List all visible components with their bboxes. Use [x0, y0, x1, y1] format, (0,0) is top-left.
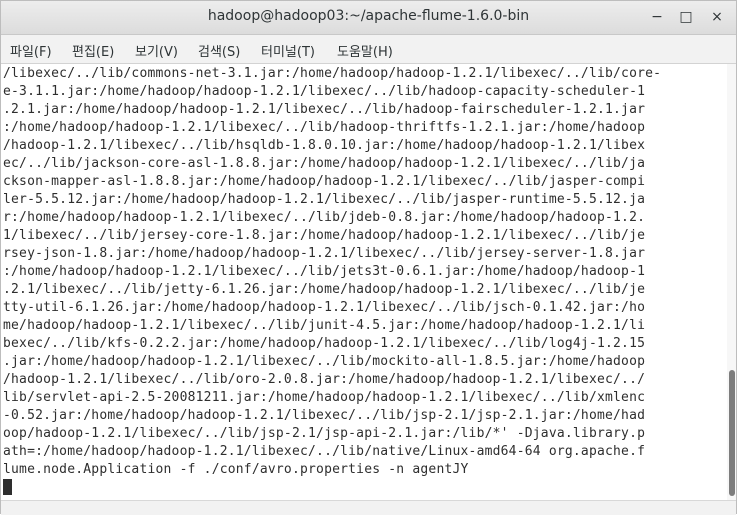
- window-title: hadoop@hadoop03:~/apache-flume-1.6.0-bin: [207, 8, 530, 24]
- menu-search[interactable]: 검색(S): [198, 41, 240, 60]
- terminal-line: :/home/hadoop/hadoop-1.2.1/libexec/../li…: [3, 120, 646, 135]
- terminal-line: :/home/hadoop/hadoop-1.2.1/libexec/../li…: [3, 264, 646, 279]
- title-bar[interactable]: hadoop@hadoop03:~/apache-flume-1.6.0-bin…: [1, 1, 736, 35]
- menu-help[interactable]: 도움말(H): [337, 41, 393, 60]
- terminal-line: ckson-mapper-asl-1.8.8.jar:/home/hadoop/…: [3, 174, 646, 189]
- menu-bar: 파일(F) 편집(E) 보기(V) 검색(S) 터미널(T) 도움말(H): [1, 35, 736, 64]
- terminal-line: ath=:/home/hadoop/hadoop-1.2.1/libexec/.…: [3, 444, 646, 459]
- terminal-line: /hadoop-1.2.1/libexec/../lib/oro-2.0.8.j…: [3, 372, 646, 387]
- terminal-line: lume.node.Application -f ./conf/avro.pro…: [3, 462, 469, 477]
- terminal-output[interactable]: /libexec/../lib/commons-net-3.1.jar:/hom…: [1, 64, 726, 500]
- menu-terminal[interactable]: 터미널(T): [261, 41, 315, 60]
- terminal-line: r:/home/hadoop/hadoop-1.2.1/libexec/../l…: [3, 210, 646, 225]
- close-button[interactable]: ×: [707, 7, 727, 27]
- terminal-line: /hadoop-1.2.1/libexec/../lib/hsqldb-1.8.…: [3, 138, 646, 153]
- menu-edit[interactable]: 편집(E): [72, 41, 114, 60]
- terminal-line: .jar:/home/hadoop/hadoop-1.2.1/libexec/.…: [3, 354, 646, 369]
- terminal-line: e-3.1.1.jar:/home/hadoop/hadoop-1.2.1/li…: [3, 84, 646, 99]
- terminal-line: 1/libexec/../lib/jersey-core-1.8.jar:/ho…: [3, 228, 646, 243]
- text-cursor: [3, 479, 12, 495]
- terminal-line: rsey-json-1.8.jar:/home/hadoop/hadoop-1.…: [3, 246, 646, 261]
- terminal-line: bexec/../lib/kfs-0.2.2.jar:/home/hadoop/…: [3, 336, 646, 351]
- minimize-button[interactable]: −: [647, 7, 667, 27]
- terminal-line: lib/servlet-api-2.5-20081211.jar:/home/h…: [3, 390, 646, 405]
- terminal-line: tty-util-6.1.26.jar:/home/hadoop/hadoop-…: [3, 300, 646, 315]
- menu-file[interactable]: 파일(F): [10, 41, 52, 60]
- window-bottom-edge: [1, 500, 736, 515]
- maximize-button[interactable]: □: [676, 7, 696, 27]
- terminal-line: -0.52.jar:/home/hadoop/hadoop-1.2.1/libe…: [3, 408, 646, 423]
- terminal-line: ec/../lib/jackson-core-asl-1.8.8.jar:/ho…: [3, 156, 646, 171]
- terminal-line: oop/hadoop-1.2.1/libexec/../lib/jsp-2.1/…: [3, 426, 646, 441]
- terminal-window: hadoop@hadoop03:~/apache-flume-1.6.0-bin…: [0, 0, 737, 515]
- terminal-line: ler-5.5.12.jar:/home/hadoop/hadoop-1.2.1…: [3, 192, 646, 207]
- menu-view[interactable]: 보기(V): [135, 41, 178, 60]
- scrollbar-thumb[interactable]: [729, 370, 735, 496]
- terminal-line: /libexec/../lib/commons-net-3.1.jar:/hom…: [3, 66, 662, 81]
- terminal-line: .2.1/libexec/../lib/jetty-6.1.26.jar:/ho…: [3, 282, 646, 297]
- vertical-scrollbar[interactable]: [727, 64, 736, 500]
- terminal-line: me/hadoop/hadoop-1.2.1/libexec/../lib/ju…: [3, 318, 646, 333]
- terminal-line: .2.1.jar:/home/hadoop/hadoop-1.2.1/libex…: [3, 102, 646, 117]
